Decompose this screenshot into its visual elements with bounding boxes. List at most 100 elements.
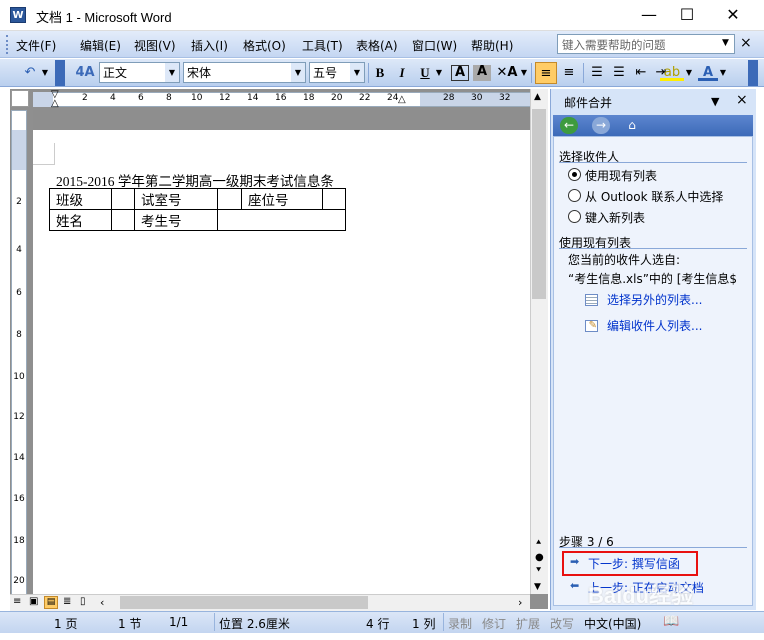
status-extend[interactable]: 扩展 — [516, 615, 540, 632]
highlight-dropdown-icon[interactable]: ▼ — [684, 62, 694, 84]
chevron-down-icon[interactable]: ▼ — [350, 63, 364, 82]
underline-dropdown-icon[interactable]: ▼ — [434, 62, 444, 84]
browse-next-icon[interactable]: ⯆ — [535, 566, 542, 576]
table-icon[interactable] — [585, 294, 598, 306]
close-button[interactable]: ✕ — [710, 0, 756, 31]
browse-object-icon[interactable]: ● — [535, 552, 544, 563]
help-search-input[interactable]: 键入需要帮助的问题 — [557, 34, 735, 54]
toolbar-overflow-button[interactable] — [748, 60, 758, 86]
help-close-button[interactable]: × — [740, 35, 752, 51]
status-record[interactable]: 录制 — [448, 615, 472, 632]
edit-list-icon[interactable]: ✎ — [585, 320, 598, 332]
character-shading-icon[interactable]: A — [473, 65, 491, 81]
character-border-icon[interactable]: A — [451, 65, 469, 81]
window-title: 文档 1 - Microsoft Word — [36, 10, 172, 25]
character-scaling-icon[interactable]: ✕A — [495, 62, 519, 84]
scroll-down-icon[interactable]: ▼ — [534, 582, 541, 592]
radio-new-list[interactable] — [568, 210, 581, 223]
menu-tools[interactable]: 工具(T) — [302, 37, 343, 54]
menu-insert[interactable]: 插入(I) — [191, 37, 228, 54]
word-icon[interactable]: W — [10, 7, 26, 23]
table-cell[interactable]: 试室号 — [134, 188, 218, 210]
scroll-left-icon[interactable]: ‹ — [100, 596, 104, 609]
bullets-icon[interactable]: ☰ — [609, 62, 629, 84]
menu-grip[interactable] — [6, 35, 12, 54]
normal-view-icon[interactable]: ≡ — [13, 596, 21, 607]
info-table[interactable]: 班级 试室号 座位号 姓名 考生号 — [49, 188, 346, 231]
status-language[interactable]: 中文(中国) — [584, 615, 641, 632]
bold-button[interactable]: B — [371, 62, 389, 84]
edit-recipient-list-link[interactable]: 编辑收件人列表... — [607, 317, 702, 334]
scroll-up-icon[interactable]: ▲ — [534, 92, 541, 102]
ruler-tick: 14 — [13, 453, 25, 463]
menu-view[interactable]: 视图(V) — [134, 37, 176, 54]
font-color-dropdown-icon[interactable]: ▼ — [718, 62, 728, 84]
menu-help[interactable]: 帮助(H) — [471, 37, 513, 54]
menu-window[interactable]: 窗口(W) — [412, 37, 457, 54]
browse-prev-icon[interactable]: ⯅ — [535, 537, 542, 549]
status-track[interactable]: 修订 — [482, 615, 506, 632]
menu-file[interactable]: 文件(F) — [16, 37, 56, 54]
pane-title: 邮件合并 — [564, 96, 613, 110]
menu-table[interactable]: 表格(A) — [356, 37, 398, 54]
undo-dropdown-icon[interactable]: ▼ — [40, 62, 50, 84]
table-cell[interactable]: 姓名 — [49, 209, 112, 231]
home-icon[interactable]: ⌂ — [623, 117, 641, 134]
print-view-icon[interactable]: ▤ — [44, 596, 58, 609]
scroll-right-icon[interactable]: › — [518, 596, 522, 609]
chevron-down-icon[interactable]: ▼ — [722, 38, 729, 48]
align-left-icon[interactable]: ≡ — [535, 62, 557, 84]
table-cell[interactable] — [217, 188, 242, 210]
web-view-icon[interactable]: ▣ — [29, 596, 38, 607]
table-cell[interactable]: 考生号 — [134, 209, 218, 231]
toolbar-overflow-button[interactable] — [55, 60, 65, 86]
table-cell[interactable]: 班级 — [49, 188, 112, 210]
reading-view-icon[interactable]: ▯ — [80, 596, 86, 607]
chevron-down-icon[interactable]: ▼ — [291, 63, 305, 82]
select-another-list-link[interactable]: 选择另外的列表... — [607, 291, 702, 308]
undo-icon[interactable]: ↶ — [18, 62, 42, 84]
status-overtype[interactable]: 改写 — [550, 615, 574, 632]
spelling-icon[interactable]: 📖 — [663, 614, 679, 629]
menu-format[interactable]: 格式(O) — [243, 37, 286, 54]
pane-menu-icon[interactable]: ▼ — [711, 95, 719, 108]
right-indent-icon[interactable]: △ — [398, 94, 406, 105]
ruler-tick: 10 — [191, 93, 203, 103]
styles-icon[interactable]: 4A — [74, 62, 96, 84]
tab-selector[interactable] — [11, 90, 29, 107]
radio-existing-list[interactable] — [568, 168, 581, 181]
italic-button[interactable]: I — [393, 62, 411, 84]
radio-outlook-contacts[interactable] — [568, 189, 581, 202]
font-select[interactable]: 宋体 ▼ — [183, 62, 306, 83]
table-cell[interactable] — [111, 188, 135, 210]
radio-label[interactable]: 从 Outlook 联系人中选择 — [585, 188, 723, 205]
table-cell[interactable] — [111, 209, 135, 231]
maximize-button[interactable]: ☐ — [664, 0, 710, 31]
document-heading[interactable]: 2015-2016 学年第二学期高一级期末考试信息条 — [56, 170, 334, 190]
table-cell[interactable] — [322, 188, 346, 210]
radio-label[interactable]: 使用现有列表 — [585, 167, 657, 184]
radio-label[interactable]: 键入新列表 — [585, 209, 645, 226]
outline-view-icon[interactable]: ≣ — [63, 596, 71, 607]
style-select[interactable]: 正文 ▼ — [99, 62, 180, 83]
scroll-thumb[interactable] — [120, 596, 368, 609]
pane-close-button[interactable]: × — [736, 92, 748, 108]
prev-arrow-icon[interactable]: ⬅ — [570, 579, 579, 592]
font-color-icon[interactable]: A — [698, 62, 718, 81]
vertical-ruler[interactable] — [11, 110, 27, 595]
table-cell[interactable] — [217, 209, 346, 231]
justify-icon[interactable]: ≡ — [559, 62, 579, 84]
scaling-dropdown-icon[interactable]: ▼ — [519, 62, 529, 84]
back-icon[interactable]: ← — [560, 117, 578, 134]
scroll-thumb[interactable] — [532, 109, 546, 299]
forward-icon[interactable]: → — [592, 117, 610, 134]
chevron-down-icon[interactable]: ▼ — [165, 63, 179, 82]
numbering-icon[interactable]: ☰ — [587, 62, 607, 84]
table-cell[interactable]: 座位号 — [241, 188, 323, 210]
highlight-icon[interactable]: ab — [660, 62, 684, 81]
decrease-indent-icon[interactable]: ⇤ — [631, 62, 651, 84]
menu-edit[interactable]: 编辑(E) — [80, 37, 121, 54]
font-size-select[interactable]: 五号 ▼ — [309, 62, 365, 83]
indent-marker-icon[interactable]: ▽ △ — [51, 90, 59, 109]
underline-button[interactable]: U — [416, 62, 434, 84]
